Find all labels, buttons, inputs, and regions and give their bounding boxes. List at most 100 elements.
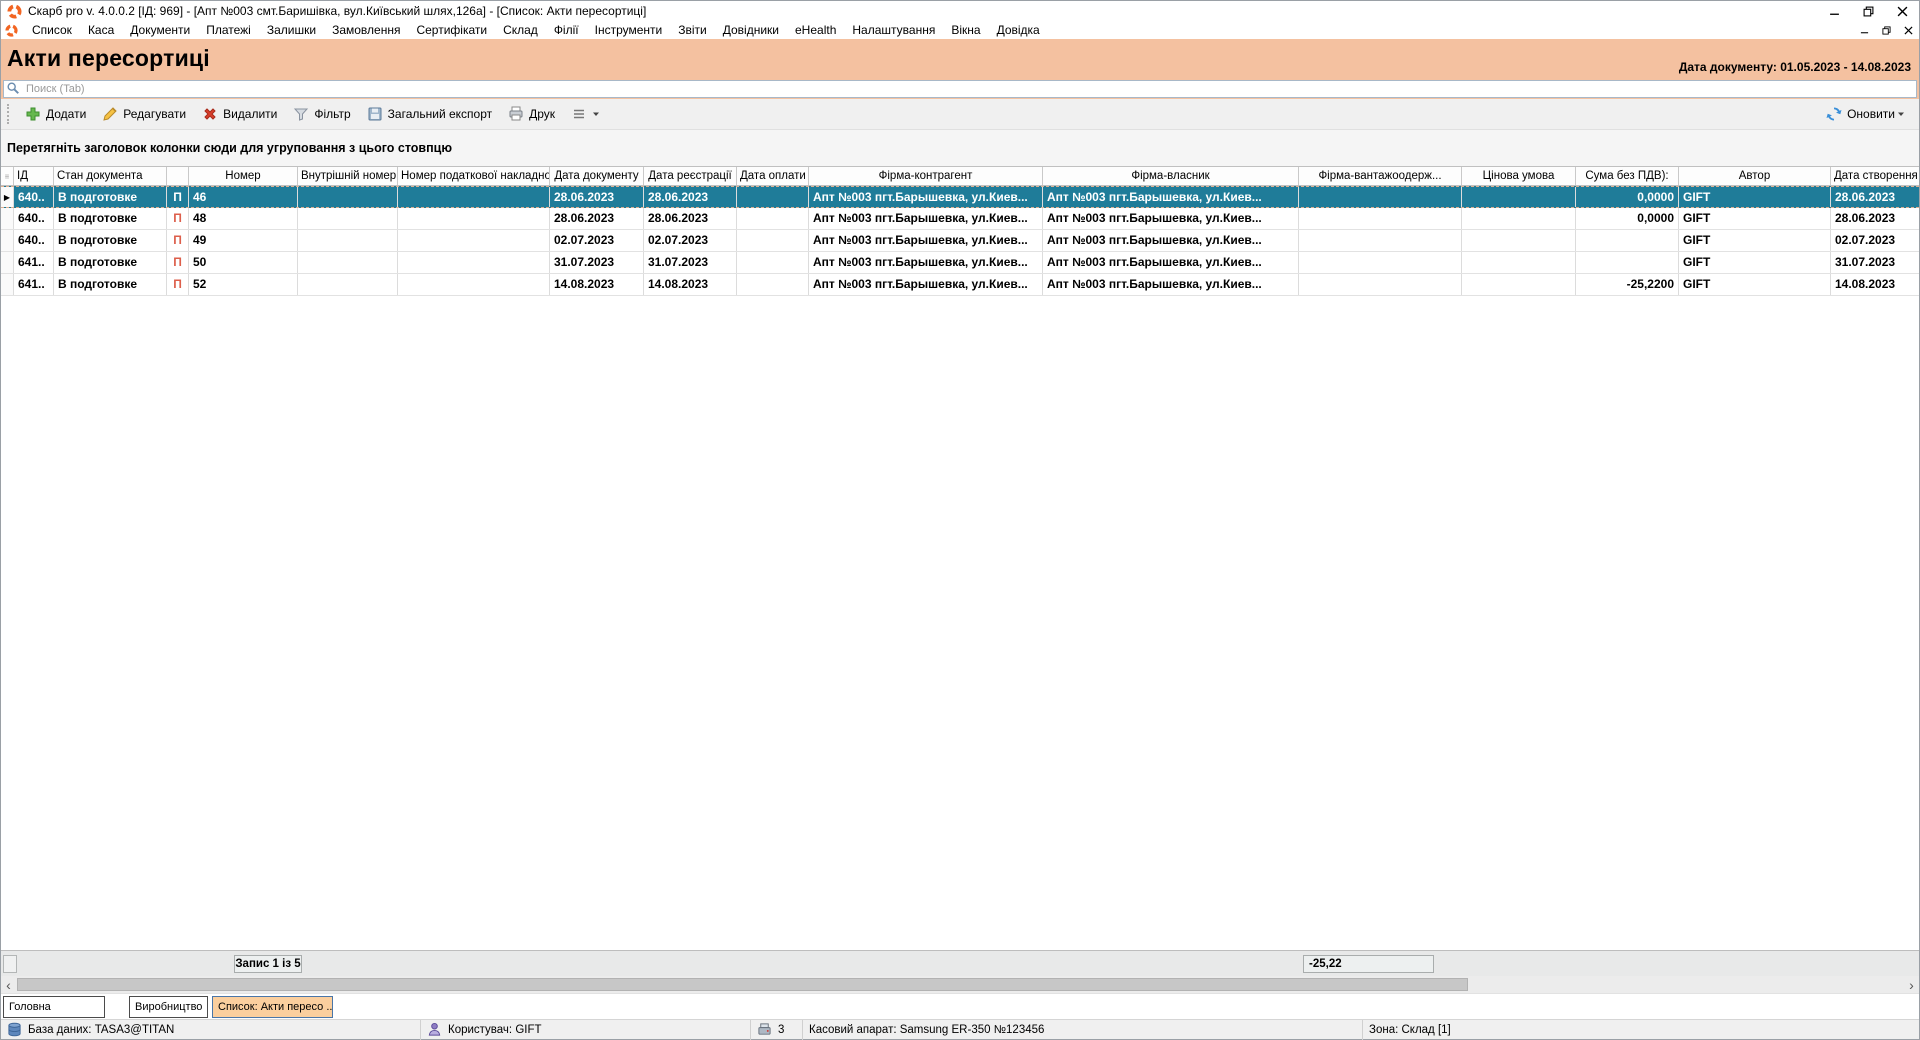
- table-row[interactable]: 640..В подготовкеП4902.07.202302.07.2023…: [1, 230, 1919, 252]
- menu-item-13[interactable]: eHealth: [787, 23, 844, 37]
- column-header-6[interactable]: Номер податкової накладної: [398, 167, 550, 185]
- close-button[interactable]: [1885, 2, 1919, 20]
- row-indicator: [1, 252, 14, 273]
- cell: [1462, 230, 1576, 251]
- horizontal-scrollbar[interactable]: [1, 976, 1919, 993]
- menu-item-16[interactable]: Довідка: [989, 23, 1048, 37]
- menu-item-15[interactable]: Вікна: [943, 23, 988, 37]
- caret-down-icon: [1897, 110, 1905, 118]
- refresh-button[interactable]: Оновити: [1818, 102, 1913, 126]
- menu-item-12[interactable]: Довідники: [715, 23, 787, 37]
- menu-item-14[interactable]: Налаштування: [844, 23, 943, 37]
- scrollbar-thumb[interactable]: [17, 978, 1468, 991]
- mdi-app-icon: [5, 24, 18, 37]
- column-header-14[interactable]: Сума без ПДВ):: [1576, 167, 1679, 185]
- menu-items: СписокКасаДокументиПлатежіЗалишкиЗамовле…: [24, 23, 1048, 37]
- column-header-2[interactable]: Стан документа: [54, 167, 167, 185]
- menu-item-8[interactable]: Склад: [495, 23, 546, 37]
- menu-item-2[interactable]: Каса: [80, 23, 122, 37]
- scroll-right-icon[interactable]: [1904, 976, 1919, 993]
- restore-button[interactable]: [1851, 2, 1885, 20]
- column-header-15[interactable]: Автор: [1679, 167, 1831, 185]
- status-item-text: 3: [778, 1024, 784, 1036]
- cell: Апт №003 пгт.Барышевка, ул.Киев...: [1043, 230, 1299, 251]
- cell: [1576, 230, 1679, 251]
- cell: 640..: [14, 187, 54, 207]
- column-header-7[interactable]: Дата документу: [550, 167, 644, 185]
- cell: П: [167, 187, 189, 207]
- mdi-close-button[interactable]: [1897, 23, 1919, 38]
- cell: [737, 274, 809, 295]
- cell: 28.06.2023: [550, 187, 644, 207]
- minimize-button[interactable]: [1817, 2, 1851, 20]
- documents-table: ІДСтан документа НомерВнутрішній номерНом…: [1, 166, 1919, 296]
- toolbar-button-label: Додати: [46, 107, 86, 121]
- cell: 641..: [14, 274, 54, 295]
- cell: П: [167, 230, 189, 251]
- cell: Апт №003 пгт.Барышевка, ул.Киев...: [809, 208, 1043, 229]
- cell: П: [167, 252, 189, 273]
- filter-button[interactable]: Фільтр: [285, 102, 358, 126]
- column-header-5[interactable]: Внутрішній номер: [298, 167, 398, 185]
- menu-item-9[interactable]: Філії: [546, 23, 587, 37]
- cell: [1462, 208, 1576, 229]
- print-button[interactable]: Друк: [500, 102, 563, 126]
- delete-button[interactable]: Видалити: [194, 102, 285, 126]
- search-input[interactable]: [3, 80, 1917, 98]
- table-row[interactable]: 641..В подготовкеП5031.07.202331.07.2023…: [1, 252, 1919, 274]
- cell: 31.07.2023: [1831, 252, 1920, 273]
- document-tab-1[interactable]: Головна: [3, 996, 105, 1018]
- cell: В подготовке: [54, 274, 167, 295]
- column-header-11[interactable]: Фірма-власник: [1043, 167, 1299, 185]
- export-button[interactable]: Загальний експорт: [359, 102, 500, 126]
- add-button[interactable]: Додати: [17, 102, 94, 126]
- menu-item-11[interactable]: Звіти: [670, 23, 715, 37]
- scroll-left-icon[interactable]: [1, 976, 16, 993]
- view-options-button[interactable]: [563, 102, 608, 126]
- toolbar-grip-icon: [7, 104, 11, 124]
- menu-item-1[interactable]: Список: [24, 23, 80, 37]
- column-header-16[interactable]: Дата створення: [1831, 167, 1920, 185]
- cell: [737, 187, 809, 207]
- menu-item-7[interactable]: Сертифікати: [408, 23, 495, 37]
- menu-item-3[interactable]: Документи: [122, 23, 198, 37]
- cell: [1462, 187, 1576, 207]
- cell: GIFT: [1679, 230, 1831, 251]
- cell: [1299, 274, 1462, 295]
- cell: [398, 252, 550, 273]
- cell: GIFT: [1679, 208, 1831, 229]
- mdi-minimize-button[interactable]: [1853, 23, 1875, 38]
- column-header-3[interactable]: [167, 167, 189, 185]
- column-header-9[interactable]: Дата оплати: [737, 167, 809, 185]
- column-chooser-icon[interactable]: [1, 167, 14, 185]
- mdi-restore-button[interactable]: [1875, 23, 1897, 38]
- cell: Апт №003 пгт.Барышевка, ул.Киев...: [1043, 187, 1299, 207]
- cell: 31.07.2023: [550, 252, 644, 273]
- cell: [1462, 252, 1576, 273]
- column-header-1[interactable]: ІД: [14, 167, 54, 185]
- cell: [298, 208, 398, 229]
- cell: [1299, 230, 1462, 251]
- table-row[interactable]: ▶640..В подготовкеП4628.06.202328.06.202…: [1, 186, 1919, 208]
- column-header-10[interactable]: Фірма-контрагент: [809, 167, 1043, 185]
- edit-button[interactable]: Редагувати: [94, 102, 194, 126]
- menu-item-10[interactable]: Інструменти: [587, 23, 671, 37]
- cell: П: [167, 274, 189, 295]
- column-header-4[interactable]: Номер: [189, 167, 298, 185]
- sum-total: -25,22: [1303, 955, 1434, 973]
- menu-item-4[interactable]: Платежі: [198, 23, 259, 37]
- document-tab-2[interactable]: Виробництво: [129, 996, 208, 1018]
- menu-item-6[interactable]: Замовлення: [324, 23, 408, 37]
- row-indicator: [1, 230, 14, 251]
- status-item-text: Користувач: GIFT: [448, 1024, 542, 1036]
- menu-item-5[interactable]: Залишки: [259, 23, 324, 37]
- document-tab-3[interactable]: Список: Акти пересо ...: [212, 996, 333, 1018]
- export-icon: [367, 106, 383, 122]
- cell: [1299, 187, 1462, 207]
- table-row[interactable]: 640..В подготовкеП4828.06.202328.06.2023…: [1, 208, 1919, 230]
- table-row[interactable]: 641..В подготовкеП5214.08.202314.08.2023…: [1, 274, 1919, 296]
- column-header-12[interactable]: Фірма-вантажоодерж...: [1299, 167, 1462, 185]
- column-header-8[interactable]: Дата реєстрації: [644, 167, 737, 185]
- app-window: Скарб pro v. 4.0.0.2 [ІД: 969] - [Апт №0…: [0, 0, 1920, 1040]
- column-header-13[interactable]: Цінова умова: [1462, 167, 1576, 185]
